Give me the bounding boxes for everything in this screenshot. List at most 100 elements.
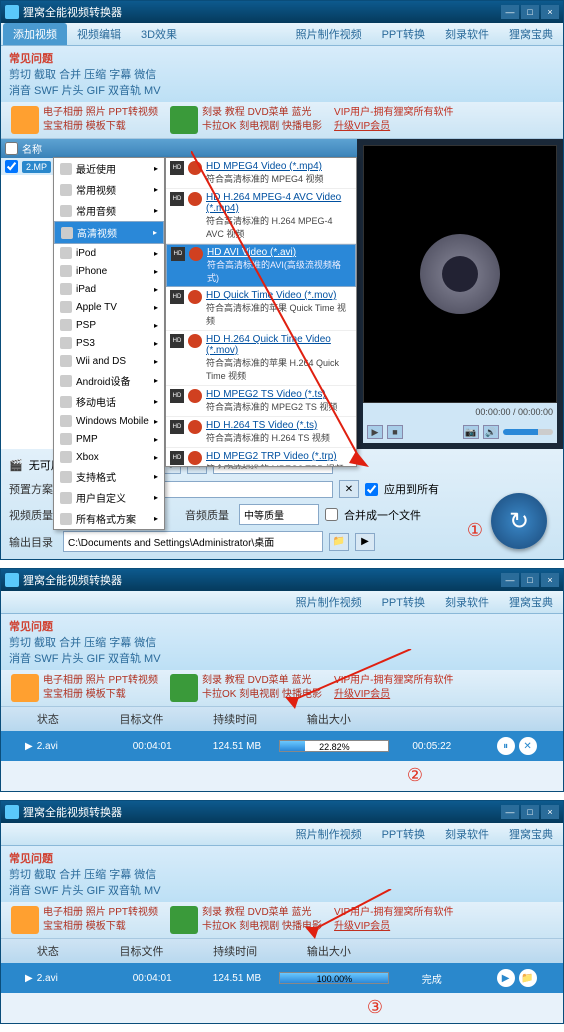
vq-label: 视频质量	[9, 507, 57, 523]
no-subtitle-icon: 🎬	[9, 459, 23, 472]
snapshot-button[interactable]: 📷	[463, 425, 479, 439]
device-item-PMP[interactable]: PMP▸	[54, 430, 164, 448]
tabbar: 添加视频 视频编辑 3D效果 照片制作视频 PPT转换 刻录软件 狸窝宝典	[1, 23, 563, 46]
stop-button[interactable]: ■	[387, 425, 403, 439]
device-item-Xbox[interactable]: Xbox▸	[54, 448, 164, 466]
min-button[interactable]: —	[501, 573, 519, 587]
device-item-用户自定义[interactable]: 用户自定义▸	[54, 487, 164, 508]
tab-guide[interactable]: 狸窝宝典	[499, 23, 563, 45]
preset-config-button[interactable]: ✕	[339, 480, 359, 498]
faq-head: 常见问题	[9, 53, 53, 65]
preview-area	[363, 145, 557, 403]
time-remain: 00:05:22	[389, 741, 474, 752]
format-item[interactable]: HDHD MPEG2 TRP Video (*.trp)符合高清标准的 MPEG…	[166, 448, 356, 467]
conv-row: ▶2.avi 00:04:01 124.51 MB 22.82% 00:05:2…	[1, 731, 563, 761]
format-item[interactable]: HDHD H.264 Quick Time Video (*.mov)符合高清标…	[166, 331, 356, 386]
aq-select[interactable]: 中等质量	[239, 504, 319, 525]
player-controls: 00:00:00 / 00:00:00	[363, 403, 557, 421]
device-submenu: 最近使用▸常用视频▸常用音频▸高清视频▸iPod▸iPhone▸iPad▸App…	[53, 157, 165, 530]
tab-ppt[interactable]: PPT转换	[372, 23, 435, 45]
device-item-PSP[interactable]: PSP▸	[54, 316, 164, 334]
faq-l2[interactable]: 消音 SWF 片头 GIF 双音轨 MV	[9, 85, 161, 97]
device-item-常用视频[interactable]: 常用视频▸	[54, 179, 164, 200]
device-item-常用音频[interactable]: 常用音频▸	[54, 200, 164, 221]
promo-bar: 电子相册 照片 PPT转视频宝宝相册 模板下载 刻录 教程 DVD菜单 蓝光卡拉…	[1, 102, 563, 139]
device-item-iPad[interactable]: iPad▸	[54, 280, 164, 298]
mark-2: ②	[407, 765, 423, 786]
close-button[interactable]: ×	[541, 573, 559, 587]
convert-button[interactable]: ↻	[491, 493, 547, 549]
play-button[interactable]: ▶	[367, 425, 383, 439]
col-name: 名称	[18, 141, 46, 156]
output-label: 输出目录	[9, 534, 57, 550]
device-item-支持格式[interactable]: 支持格式▸	[54, 466, 164, 487]
merge-label: 合并成一个文件	[344, 507, 421, 523]
device-item-移动电话[interactable]: 移动电话▸	[54, 391, 164, 412]
output-size: 124.51 MB	[195, 741, 280, 752]
format-item[interactable]: HDHD MPEG2 TS Video (*.ts)符合高清标准的 MPEG2 …	[166, 386, 356, 417]
file-checkbox[interactable]	[5, 160, 18, 173]
tab-edit-video[interactable]: 视频编辑	[67, 23, 131, 45]
conv-header: 状态目标文件持续时间输出大小	[1, 707, 563, 731]
main-window: 狸窝全能视频转换器 — □ × 添加视频 视频编辑 3D效果 照片制作视频 PP…	[0, 0, 564, 560]
promo-2[interactable]: 刻录 教程 DVD菜单 蓝光卡拉OK 刻电视剧 快播电影	[164, 106, 328, 134]
tab-3d[interactable]: 3D效果	[131, 23, 187, 45]
close-button[interactable]: ×	[541, 5, 559, 19]
main-area: 名称 2.MP 最近使用▸常用视频▸常用音频▸高清视频▸iPod▸iPhone▸…	[1, 139, 563, 449]
aq-label: 音频质量	[185, 507, 233, 523]
file-list-pane: 名称 2.MP 最近使用▸常用视频▸常用音频▸高清视频▸iPod▸iPhone▸…	[1, 139, 357, 449]
volume-slider[interactable]	[503, 429, 553, 435]
device-item-iPhone[interactable]: iPhone▸	[54, 262, 164, 280]
device-item-Android设备[interactable]: Android设备▸	[54, 370, 164, 391]
target-file: 2.avi	[37, 741, 58, 752]
format-item[interactable]: HDHD H.264 TS Video (*.ts)符合高清标准的 H.264 …	[166, 417, 356, 448]
app-logo-icon	[5, 5, 19, 19]
device-item-PS3[interactable]: PS3▸	[54, 334, 164, 352]
open-folder-button[interactable]: ▶	[355, 533, 375, 551]
preview-pane: 00:00:00 / 00:00:00 ▶ ■ 📷 🔊	[357, 139, 563, 449]
format-item[interactable]: HDHD MPEG4 Video (*.mp4)符合高清标准的 MPEG4 视频	[166, 158, 356, 189]
progress-bar: 22.82%	[279, 740, 389, 752]
preset-label: 预置方案	[9, 481, 57, 497]
mark-3: ③	[367, 997, 383, 1018]
device-item-Apple TV[interactable]: Apple TV▸	[54, 298, 164, 316]
play-output-button[interactable]: ▶	[497, 969, 515, 987]
select-all-checkbox[interactable]	[5, 141, 18, 156]
ppt-icon	[11, 106, 39, 134]
max-button[interactable]: □	[521, 573, 539, 587]
output-path[interactable]: C:\Documents and Settings\Administrator\…	[63, 531, 323, 552]
format-item[interactable]: HDHD AVI Video (*.avi)符合高清标准的AVI(高级流视频格式…	[166, 244, 356, 287]
promo-1[interactable]: 电子相册 照片 PPT转视频宝宝相册 模板下载	[5, 106, 164, 134]
promo-vip[interactable]: VIP用户-拥有狸窝所有软件升级VIP会员	[328, 106, 459, 134]
cancel-button[interactable]: ✕	[519, 737, 537, 755]
tab-photo-video[interactable]: 照片制作视频	[286, 23, 372, 45]
merge-checkbox[interactable]	[325, 508, 338, 521]
phone-icon	[170, 106, 198, 134]
min-button[interactable]: —	[501, 5, 519, 19]
device-item-Windows Mobile[interactable]: Windows Mobile▸	[54, 412, 164, 430]
device-item-高清视频[interactable]: 高清视频▸	[54, 221, 164, 244]
pause-button[interactable]: ⏸	[497, 737, 515, 755]
open-output-button[interactable]: 📁	[519, 969, 537, 987]
browse-button[interactable]: 📁	[329, 533, 349, 551]
apply-all-label: 应用到所有	[384, 481, 439, 497]
faq-l1[interactable]: 剪切 截取 合并 压缩 字幕 微信	[9, 69, 156, 81]
faq-panel: 常见问题 剪切 截取 合并 压缩 字幕 微信 消音 SWF 片头 GIF 双音轨…	[1, 46, 563, 102]
mute-button[interactable]: 🔊	[483, 425, 499, 439]
apply-all-checkbox[interactable]	[365, 483, 378, 496]
device-item-最近使用[interactable]: 最近使用▸	[54, 158, 164, 179]
device-item-Wii and DS[interactable]: Wii and DS▸	[54, 352, 164, 370]
duration: 00:04:01	[110, 741, 195, 752]
format-item[interactable]: HDHD H.264 MPEG-4 AVC Video (*.mp4)符合高清标…	[166, 189, 356, 244]
file-name: 2.MP	[22, 161, 51, 173]
tab-add-video[interactable]: 添加视频	[3, 23, 67, 45]
list-header: 名称	[1, 139, 357, 158]
max-button[interactable]: □	[521, 5, 539, 19]
tab-burn[interactable]: 刻录软件	[435, 23, 499, 45]
device-item-iPod[interactable]: iPod▸	[54, 244, 164, 262]
status-done: 完成	[389, 971, 474, 986]
device-item-所有格式方案[interactable]: 所有格式方案▸	[54, 508, 164, 529]
format-item[interactable]: HDHD Quick Time Video (*.mov)符合高清标准的苹果 Q…	[166, 287, 356, 331]
convert-window-running: 狸窝全能视频转换器 —□× 照片制作视频PPT转换刻录软件狸窝宝典 常见问题剪切…	[0, 568, 564, 792]
film-reel-icon	[420, 234, 500, 314]
